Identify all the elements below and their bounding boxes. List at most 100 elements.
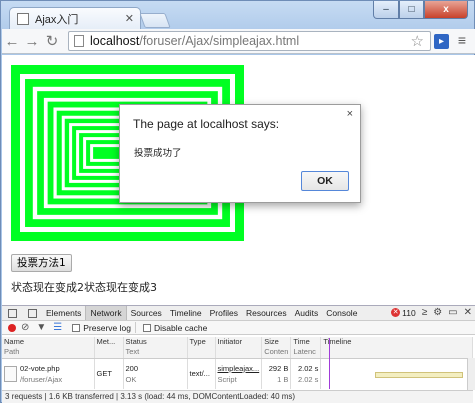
network-scrollbar[interactable] bbox=[467, 358, 475, 390]
inspect-icon[interactable] bbox=[8, 308, 17, 318]
tab-sources[interactable]: Sources bbox=[127, 306, 166, 320]
url-host: localhost bbox=[90, 34, 140, 48]
preserve-log-label: Preserve log bbox=[83, 322, 131, 333]
domcontentloaded-marker bbox=[329, 337, 331, 389]
clear-icon[interactable]: ⊘ bbox=[21, 322, 29, 333]
url-path: /foruser/Ajax/simpleajax.html bbox=[139, 34, 300, 48]
tab-console[interactable]: Console bbox=[322, 306, 361, 320]
column-header[interactable]: Initiator bbox=[215, 337, 263, 359]
tab-audits[interactable]: Audits bbox=[291, 306, 323, 320]
menu-icon[interactable]: ≡ bbox=[455, 32, 469, 48]
column-name: Initiator bbox=[217, 337, 243, 346]
column-header[interactable]: Size Conten bbox=[261, 337, 292, 359]
column-name: Size bbox=[264, 337, 279, 346]
column-name: Type bbox=[189, 337, 206, 346]
dialog-close-icon[interactable]: × bbox=[347, 108, 353, 120]
column-name: Time bbox=[293, 337, 310, 346]
reload-icon[interactable]: ↻ bbox=[42, 32, 62, 50]
dialog-title: The page at localhost says: bbox=[133, 117, 280, 131]
error-count[interactable]: 110 bbox=[402, 308, 416, 318]
request-time-cell: 2.02 s 2.02 s bbox=[290, 358, 322, 389]
minimize-button[interactable]: – bbox=[373, 1, 399, 19]
column-header[interactable]: Name Path bbox=[2, 337, 95, 359]
tab-network[interactable]: Network bbox=[85, 306, 127, 320]
settings-gear-icon[interactable]: ⚙ bbox=[433, 307, 442, 318]
devtools-right-controls: ✕ 110 ≥ ⚙ ▭ ✕ bbox=[391, 307, 472, 318]
vote-button[interactable]: 投票方法1 bbox=[11, 254, 72, 272]
record-icon[interactable] bbox=[8, 323, 16, 332]
network-summary: 3 requests | 1.6 KB transferred | 3.13 s… bbox=[2, 390, 473, 403]
browser-toolbar: ← → ↻ localhost/foruser/Ajax/simpleajax.… bbox=[2, 29, 475, 54]
devtools-close-icon[interactable]: ✕ bbox=[464, 307, 472, 318]
request-name: 02-vote.php bbox=[20, 363, 60, 373]
list-view-icon[interactable]: ☰ bbox=[53, 322, 62, 333]
column-header[interactable]: Status Text bbox=[123, 337, 188, 359]
close-window-button[interactable]: x bbox=[424, 1, 468, 19]
request-path: /foruser/Ajax bbox=[20, 374, 63, 384]
devtools-tab-bar: Elements Network Sources Timeline Profiles Re… bbox=[2, 306, 475, 321]
request-timeline-cell bbox=[320, 337, 473, 389]
request-initiator-cell: simpleajax... Script bbox=[215, 358, 263, 389]
preserve-log-checkbox[interactable] bbox=[72, 323, 81, 332]
page-icon bbox=[74, 35, 84, 47]
device-mode-icon[interactable] bbox=[28, 308, 37, 318]
forward-arrow-icon[interactable]: → bbox=[22, 33, 42, 50]
request-status: 200 bbox=[125, 363, 139, 373]
browser-tab[interactable]: Ajax入门 ✕ bbox=[9, 7, 141, 29]
disable-cache-label: Disable cache bbox=[153, 322, 208, 333]
tab-timeline[interactable]: Timeline bbox=[166, 306, 206, 320]
disable-cache-checkbox[interactable] bbox=[142, 323, 151, 332]
column-header[interactable]: Met... bbox=[94, 337, 124, 359]
tab-resources[interactable]: Resources bbox=[242, 306, 291, 320]
filter-icon[interactable]: ▼ bbox=[36, 322, 46, 333]
request-initiator[interactable]: simpleajax... bbox=[218, 364, 260, 373]
maximize-button[interactable]: □ bbox=[399, 1, 424, 19]
request-latency: 2.02 s bbox=[297, 374, 319, 384]
back-arrow-icon[interactable]: ← bbox=[2, 33, 22, 50]
devtools-panel: Elements Network Sources Timeline Profiles Re… bbox=[2, 305, 475, 403]
ok-button[interactable]: OK bbox=[301, 171, 349, 191]
bookmark-star-icon[interactable]: ☆ bbox=[411, 32, 424, 50]
column-name: Timeline bbox=[323, 337, 352, 346]
request-status-cell: 200 OK bbox=[123, 358, 188, 389]
request-initiator-sub: Script bbox=[217, 374, 237, 384]
column-subname: Path bbox=[4, 346, 20, 356]
tab-title: Ajax入门 bbox=[35, 13, 79, 26]
request-content: 1 B bbox=[277, 374, 289, 384]
network-toolbar: ⊘ ▼ ☰ Preserve log Disable cache bbox=[2, 321, 475, 335]
error-icon: ✕ bbox=[391, 308, 401, 317]
request-method: GET bbox=[94, 358, 124, 389]
alert-dialog: The page at localhost says: × 投票成功了 OK bbox=[119, 104, 361, 203]
column-header[interactable]: Type bbox=[187, 337, 216, 359]
column-name: Met... bbox=[96, 337, 116, 346]
dock-icon[interactable]: ▭ bbox=[448, 307, 457, 318]
column-name: Status bbox=[125, 337, 147, 346]
page-content: 投票方法1 状态现在变成2状态现在变成3 The page at localho… bbox=[2, 55, 475, 305]
column-name: Name bbox=[4, 337, 25, 346]
file-icon bbox=[4, 365, 17, 382]
request-time: 2.02 s bbox=[297, 363, 319, 373]
request-size-cell: 292 B1 B bbox=[261, 358, 292, 389]
request-type: text/... bbox=[187, 358, 216, 389]
console-drawer-icon[interactable]: ≥ bbox=[422, 307, 428, 318]
column-subname: Text bbox=[125, 346, 140, 356]
request-timing-bar bbox=[375, 371, 464, 378]
browser-window: Ajax入门 ✕ – □ x ← → ↻ localhost/foruser/A… bbox=[0, 0, 475, 403]
tab-elements[interactable]: Elements bbox=[42, 306, 85, 320]
request-size: 292 B bbox=[268, 363, 289, 373]
window-controls: – □ x bbox=[373, 1, 468, 19]
status-text: 状态现在变成2状态现在变成3 bbox=[11, 281, 157, 294]
column-subname: Latenc bbox=[293, 346, 316, 356]
tab-close-icon[interactable]: ✕ bbox=[125, 12, 134, 25]
network-table: Name Path Met... Status Text Type Initiator Siz… bbox=[2, 337, 473, 389]
extension-icon[interactable]: ▸ bbox=[434, 34, 449, 49]
request-name-cell[interactable]: 02-vote.php/foruser/Ajax bbox=[2, 358, 95, 389]
table-row[interactable]: 02-vote.php/foruser/Ajax GET 200 OK text/… bbox=[2, 337, 473, 389]
column-header[interactable]: Timeline bbox=[320, 337, 473, 359]
tab-profiles[interactable]: Profiles bbox=[206, 306, 242, 320]
address-bar[interactable]: localhost/foruser/Ajax/simpleajax.html ☆ bbox=[68, 31, 431, 51]
column-header[interactable]: Time Latenc bbox=[290, 337, 322, 359]
dialog-message: 投票成功了 bbox=[134, 148, 182, 159]
new-tab-button[interactable] bbox=[139, 13, 171, 28]
toolbar-divider bbox=[134, 322, 136, 333]
